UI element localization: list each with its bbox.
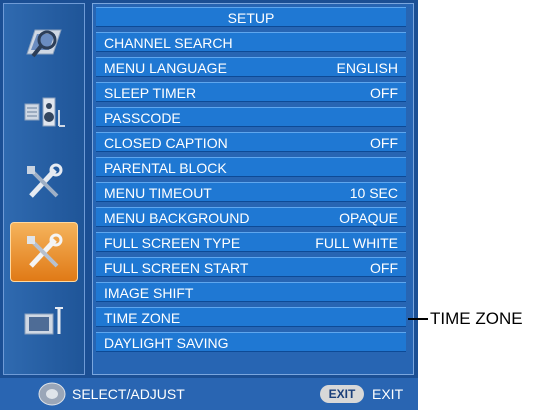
menu-category-sidebar bbox=[3, 3, 85, 375]
menu-item-value: ENGLISH bbox=[336, 60, 398, 76]
menu-item-parental-block[interactable]: PARENTAL BLOCK bbox=[96, 157, 406, 177]
speaker-sound-icon bbox=[21, 92, 67, 132]
menu-item-value: OFF bbox=[370, 260, 398, 276]
menu-item-full-screen-start[interactable]: FULL SCREEN START OFF bbox=[96, 257, 406, 277]
menu-item-passcode[interactable]: PASSCODE bbox=[96, 107, 406, 127]
tv-antenna-icon bbox=[21, 302, 67, 342]
menu-item-label: MENU BACKGROUND bbox=[104, 210, 250, 226]
menu-item-label: PARENTAL BLOCK bbox=[104, 160, 227, 176]
menu-item-menu-background[interactable]: MENU BACKGROUND OPAQUE bbox=[96, 207, 406, 227]
menu-item-menu-timeout[interactable]: MENU TIMEOUT 10 SEC bbox=[96, 182, 406, 202]
menu-item-label: DAYLIGHT SAVING bbox=[104, 335, 229, 351]
menu-item-value: FULL WHITE bbox=[315, 235, 398, 251]
select-adjust-label: SELECT/ADJUST bbox=[72, 386, 185, 402]
callout-pointer-line bbox=[408, 318, 428, 320]
sidebar-tab-input[interactable] bbox=[10, 292, 78, 352]
menu-item-label: PASSCODE bbox=[104, 110, 181, 126]
sidebar-tab-sound[interactable] bbox=[10, 82, 78, 142]
menu-item-sleep-timer[interactable]: SLEEP TIMER OFF bbox=[96, 82, 406, 102]
exit-key-icon[interactable]: EXIT bbox=[320, 385, 364, 403]
menu-title: SETUP bbox=[96, 7, 406, 27]
menu-item-label: FULL SCREEN TYPE bbox=[104, 235, 241, 251]
menu-item-image-shift[interactable]: IMAGE SHIFT bbox=[96, 282, 406, 302]
menu-item-value: 10 SEC bbox=[349, 185, 398, 201]
menu-item-value: OFF bbox=[370, 135, 398, 151]
menu-item-label: FULL SCREEN START bbox=[104, 260, 249, 276]
menu-item-label: CLOSED CAPTION bbox=[104, 135, 228, 151]
menu-item-closed-caption[interactable]: CLOSED CAPTION OFF bbox=[96, 132, 406, 152]
time-zone-callout: TIME ZONE bbox=[430, 309, 523, 328]
setup-tools-icon bbox=[21, 232, 67, 272]
menu-item-label: CHANNEL SEARCH bbox=[104, 35, 233, 51]
osd-menu: SETUP CHANNEL SEARCH MENU LANGUAGE ENGLISH… bbox=[0, 0, 418, 410]
menu-item-full-screen-type[interactable]: FULL SCREEN TYPE FULL WHITE bbox=[96, 232, 406, 252]
exit-label: EXIT bbox=[372, 386, 404, 402]
sidebar-tab-setup[interactable] bbox=[10, 222, 78, 282]
sidebar-tab-picture[interactable] bbox=[10, 12, 78, 72]
bottom-help-bar: SELECT/ADJUST EXIT EXIT bbox=[0, 378, 418, 410]
menu-item-label: IMAGE SHIFT bbox=[104, 285, 194, 301]
setup-menu-panel: SETUP CHANNEL SEARCH MENU LANGUAGE ENGLISH… bbox=[92, 3, 414, 375]
menu-item-value: OFF bbox=[370, 85, 398, 101]
menu-item-menu-language[interactable]: MENU LANGUAGE ENGLISH bbox=[96, 57, 406, 77]
menu-item-label: TIME ZONE bbox=[104, 310, 181, 326]
menu-item-label: MENU LANGUAGE bbox=[104, 60, 227, 76]
menu-item-daylight-saving[interactable]: DAYLIGHT SAVING bbox=[96, 332, 406, 352]
menu-item-time-zone[interactable]: TIME ZONE bbox=[96, 307, 406, 327]
menu-item-value: OPAQUE bbox=[339, 210, 398, 226]
menu-item-label: MENU TIMEOUT bbox=[104, 185, 212, 201]
menu-item-channel-search[interactable]: CHANNEL SEARCH bbox=[96, 32, 406, 52]
sidebar-tab-tools[interactable] bbox=[10, 152, 78, 212]
menu-title-text: SETUP bbox=[227, 10, 275, 26]
menu-item-label: SLEEP TIMER bbox=[104, 85, 197, 101]
navigation-pad-icon bbox=[38, 382, 66, 409]
picture-search-icon bbox=[21, 22, 67, 62]
tools-icon bbox=[21, 162, 67, 202]
